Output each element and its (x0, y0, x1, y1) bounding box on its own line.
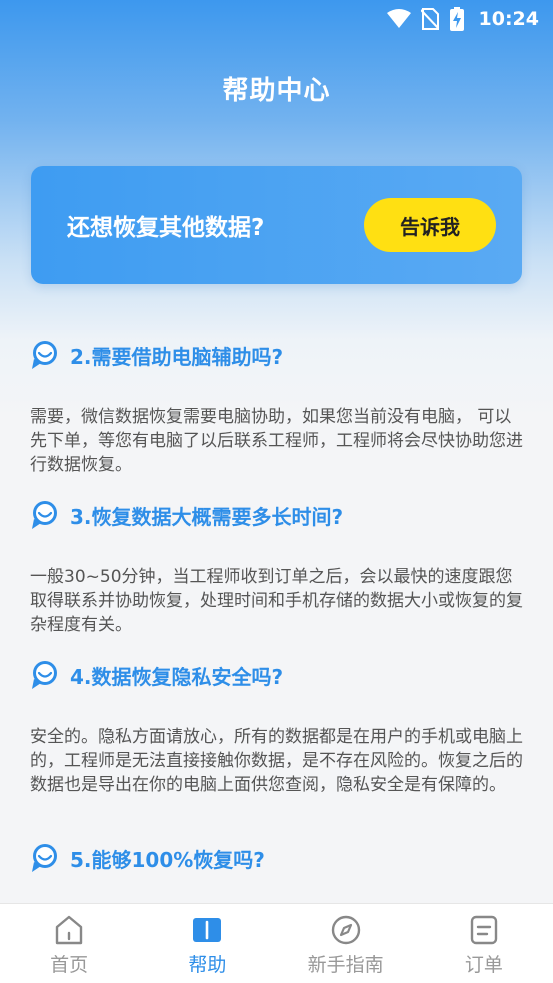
battery-charging-icon (449, 7, 464, 31)
faq-question-row[interactable]: 3.恢复数据大概需要多长时间? (30, 497, 520, 533)
faq-item: 5.能够100%恢复吗? (30, 840, 520, 876)
speech-bubble-smile-icon (32, 341, 57, 369)
faq-question: 2.需要借助电脑辅助吗? (70, 344, 284, 369)
faq-item: 4.数据恢复隐私安全吗? 安全的。隐私方面请放心，所有的数据都是在用户的手机或电… (30, 657, 523, 797)
speech-bubble-smile-icon (32, 844, 57, 872)
book-icon (193, 918, 222, 942)
tab-help[interactable]: 帮助 (138, 904, 276, 983)
tab-label: 订单 (464, 954, 503, 976)
tab-label: 帮助 (188, 954, 227, 976)
faq-question-row[interactable]: 4.数据恢复隐私安全吗? (30, 657, 520, 693)
status-time: 10:24 (478, 8, 539, 30)
order-icon (470, 915, 498, 945)
page-title: 帮助中心 (222, 76, 331, 106)
faq-answer: 一般30~50分钟，当工程师收到订单之后，会以最快的速度跟您取得联系并协助恢复，… (30, 567, 523, 635)
faq-item: 2.需要借助电脑辅助吗? 需要，微信数据恢复需要电脑协助，如果您当前没有电脑， … (30, 337, 523, 477)
faq-answer: 安全的。隐私方面请放心，所有的数据都是在用户的手机或电脑上的，工程师是无法直接接… (30, 727, 523, 795)
tab-home[interactable]: 首页 (0, 904, 138, 983)
tab-guide[interactable]: 新手指南 (277, 904, 415, 983)
tab-label: 首页 (50, 954, 89, 976)
tab-label: 新手指南 (307, 954, 384, 976)
banner-text: 还想恢复其他数据? (67, 215, 265, 241)
speech-bubble-smile-icon (32, 501, 57, 529)
request-banner: 还想恢复其他数据? 告诉我 (31, 166, 522, 284)
tell-me-button[interactable]: 告诉我 (364, 198, 496, 252)
bottom-tab-bar: 首页 帮助 新手指南 订单 (0, 903, 553, 983)
faq-question-row[interactable]: 2.需要借助电脑辅助吗? (30, 337, 520, 373)
wifi-icon (386, 9, 411, 28)
home-icon (55, 915, 83, 945)
no-sim-icon (420, 8, 439, 30)
faq-question: 5.能够100%恢复吗? (70, 847, 265, 872)
speech-bubble-smile-icon (32, 661, 57, 689)
tab-orders[interactable]: 订单 (415, 904, 553, 983)
faq-answer: 需要，微信数据恢复需要电脑协助，如果您当前没有电脑， 可以先下单，等您有电脑了以… (30, 407, 523, 475)
faq-question: 4.数据恢复隐私安全吗? (70, 664, 284, 689)
faq-item: 3.恢复数据大概需要多长时间? 一般30~50分钟，当工程师收到订单之后，会以最… (30, 497, 523, 637)
status-bar: 10:24 (0, 0, 553, 38)
faq-question: 3.恢复数据大概需要多长时间? (70, 504, 344, 529)
faq-question-row[interactable]: 5.能够100%恢复吗? (30, 840, 520, 876)
compass-icon (331, 915, 360, 945)
